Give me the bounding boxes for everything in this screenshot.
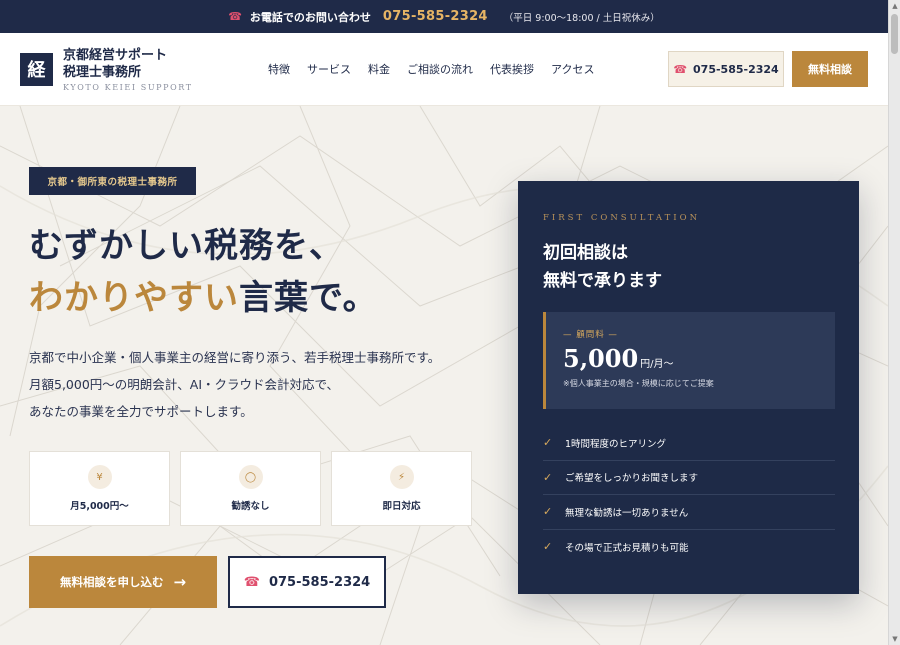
circle-icon: ◯ [238,465,263,489]
site-logo[interactable]: 経 京都経営サポート 税理士事務所 KYOTO KEIEI SUPPORT [20,47,250,92]
page: ☎ お電話でのお問い合わせ 075-585-2324 （平日 9:00〜18:0… [0,0,888,645]
list-item: ✓ その場で正式お見積りも可能 [543,530,835,565]
hero-section: 京都・御所東の税理士事務所 むずかしい税務を、 わかりやすい言葉で。 京都で中小… [0,106,888,645]
feature-label: 勧誘なし [231,501,270,512]
yen-icon: ¥ [87,465,112,489]
nav-item-services[interactable]: サービス [307,61,351,77]
arrow-right-icon: → [173,573,187,591]
phone-icon: ☎ [673,62,688,76]
topbar-label: お電話でのお問い合わせ [249,10,371,24]
feature-label: 即日対応 [382,501,421,512]
top-contact-bar: ☎ お電話でのお問い合わせ 075-585-2324 （平日 9:00〜18:0… [0,0,888,33]
check-item-label: 1時間程度のヒアリング [565,438,667,450]
check-icon: ✓ [543,436,553,450]
card-title-line1: 初回相談は [543,243,628,263]
site-header: 経 京都経営サポート 税理士事務所 KYOTO KEIEI SUPPORT 特徴… [0,33,888,106]
list-item: ✓ ご希望をしっかりお聞きします [543,461,835,495]
price-unit: 円/月〜 [640,359,674,370]
nav-item-pricing[interactable]: 料金 [368,61,390,77]
list-item: ✓ 1時間程度のヒアリング [543,426,835,461]
hero-cta-row: 無料相談を申し込む → ☎ 075-585-2324 [29,556,386,608]
nav-item-access[interactable]: アクセス [551,61,594,77]
scroll-thumb[interactable] [891,14,898,54]
price-box: — 顧問料 — 5,000 円/月〜 ※個人事業主の場合・規模に応じてご提案 [543,312,835,409]
hero-headline: むずかしい税務を、 わかりやすい言葉で。 [29,220,378,324]
logo-mark: 経 [20,52,53,86]
logo-line2: 税理士事務所 [63,64,142,80]
check-icon: ✓ [543,470,553,484]
feature-item-no-solicit: ◯ 勧誘なし [180,451,321,526]
price-note: ※個人事業主の場合・規模に応じてご提案 [563,379,714,388]
main-nav: 特徴 サービス 料金 ご相談の流れ 代表挨拶 アクセス [268,61,594,77]
lead-line: あなたの事業を全力でサポートします。 [29,404,253,419]
hero-badge: 京都・御所東の税理士事務所 [29,167,196,195]
check-item-label: ご希望をしっかりお聞きします [565,473,699,485]
nav-item-features[interactable]: 特徴 [268,61,290,77]
apply-consultation-button[interactable]: 無料相談を申し込む → [29,556,217,608]
feature-label: 月5,000円〜 [70,501,129,512]
lead-line: 月額5,000円〜の明朗会計、AI・クラウド会計対応で、 [29,377,340,392]
logo-line1: 京都経営サポート [63,47,168,63]
header-consult-button[interactable]: 無料相談 [792,51,868,87]
logo-en: KYOTO KEIEI SUPPORT [63,82,193,92]
topbar-hours: （平日 9:00〜18:00 / 土日祝休み） [503,12,660,24]
list-item: ✓ 無理な勧誘は一切ありません [543,495,835,530]
header-tel-button[interactable]: ☎ 075-585-2324 [668,51,784,87]
card-title-line2: 無料で承ります [543,271,662,291]
headline-line1: むずかしい税務を、 [29,226,344,266]
scroll-up-icon[interactable]: ▲ [891,2,899,10]
feature-item-same-day: ⚡ 即日対応 [331,451,472,526]
price-value-row: 5,000 円/月〜 [563,344,835,373]
check-item-label: 無理な勧誘は一切ありません [565,507,689,519]
phone-icon: ☎ [243,574,260,590]
check-icon: ✓ [543,540,553,554]
price-value: 5,000 [563,344,639,373]
headline-accent: わかりやすい [29,278,239,318]
phone-icon: ☎ [228,10,242,23]
card-eyebrow: FIRST CONSULTATION [543,213,701,223]
consultation-checklist: ✓ 1時間程度のヒアリング ✓ ご希望をしっかりお聞きします ✓ 無理な勧誘は一… [543,426,835,564]
check-icon: ✓ [543,505,553,519]
nav-item-flow[interactable]: ご相談の流れ [407,61,473,77]
card-title: 初回相談は 無料で承ります [543,239,662,295]
lead-line: 京都で中小企業・個人事業主の経営に寄り添う、若手税理士事務所です。 [29,350,441,365]
feature-item-price: ¥ 月5,000円〜 [29,451,170,526]
header-tel-label: 075-585-2324 [693,62,779,76]
cta-tel-label: 075-585-2324 [268,574,371,590]
topbar-phone-link[interactable]: 075-585-2324 [383,9,488,24]
scroll-down-icon[interactable]: ▼ [891,635,899,643]
header-actions: ☎ 075-585-2324 無料相談 [668,51,868,87]
hero-tel-button[interactable]: ☎ 075-585-2324 [228,556,386,608]
cta-primary-label: 無料相談を申し込む [59,575,164,589]
page-scrollbar[interactable]: ▲ ▼ [888,0,900,645]
check-item-label: その場で正式お見積りも可能 [565,542,689,554]
headline-line2-rest: 言葉で。 [239,278,378,318]
logo-text: 京都経営サポート 税理士事務所 KYOTO KEIEI SUPPORT [63,47,193,92]
nav-item-greeting[interactable]: 代表挨拶 [490,61,534,77]
price-label: — 顧問料 — [563,330,618,340]
hero-lead: 京都で中小企業・個人事業主の経営に寄り添う、若手税理士事務所です。 月額5,00… [29,344,440,425]
bolt-icon: ⚡ [389,465,414,489]
consultation-card: FIRST CONSULTATION 初回相談は 無料で承ります — 顧問料 —… [518,181,859,594]
feature-list: ¥ 月5,000円〜 ◯ 勧誘なし ⚡ 即日対応 [29,451,472,526]
